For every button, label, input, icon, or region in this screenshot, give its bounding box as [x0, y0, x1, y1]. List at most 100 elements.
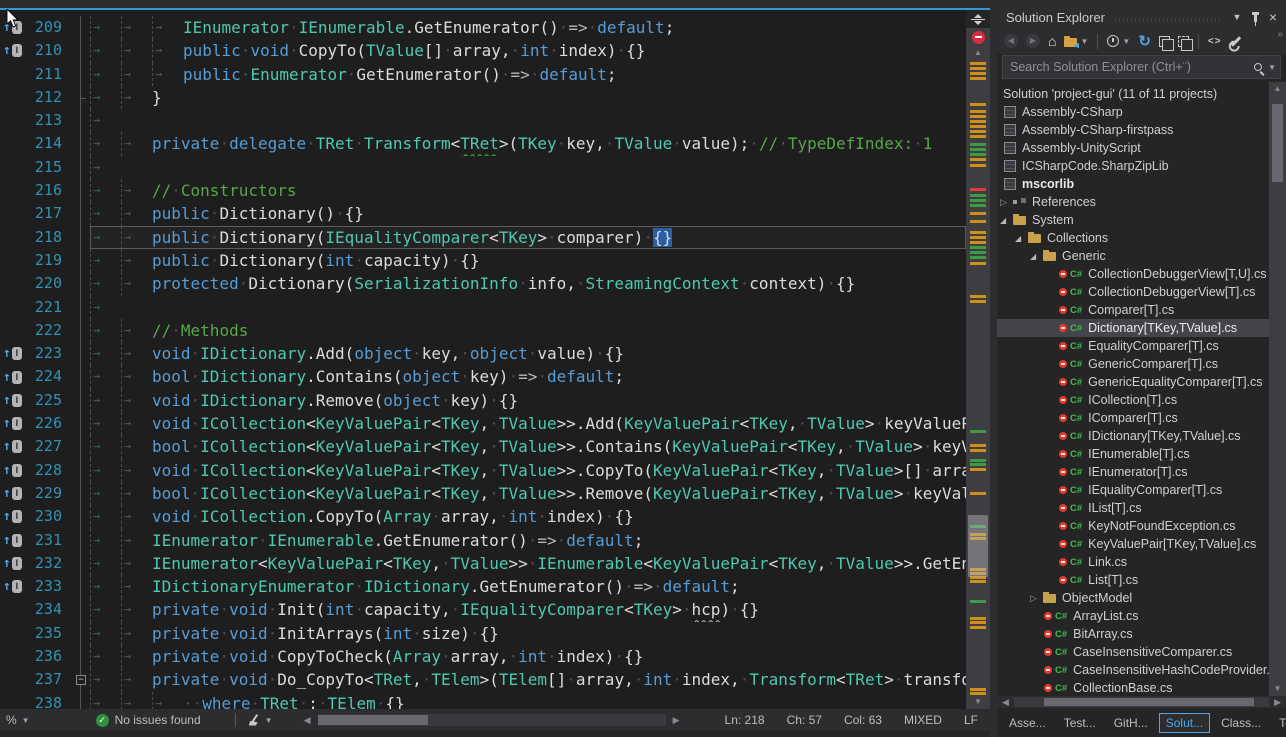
chevron-down-icon[interactable]: ▼	[1268, 63, 1276, 72]
tree-item-keyvaluepair-tkey-tvalue-cs[interactable]: C#KeyValuePair[TKey,TValue].cs	[997, 535, 1269, 553]
code-text[interactable]: →→IDictionaryEnumerator·IDictionary.GetE…	[90, 575, 966, 598]
code-line[interactable]: ↑I227→→bool·ICollection<KeyValuePair<TKe…	[0, 435, 966, 458]
code-line[interactable]: ↑I210→→→public·void·CopyTo(TValue[]·arra…	[0, 39, 966, 62]
hscroll-left-arrow-icon[interactable]: ◀	[299, 715, 316, 726]
glyph-margin[interactable]	[0, 645, 26, 668]
code-text[interactable]: →→private·void·InitArrays(int·size)·{}	[90, 622, 966, 645]
code-text[interactable]: →→→IEnumerator·IEnumerable.GetEnumerator…	[90, 16, 966, 39]
glyph-margin[interactable]: ↑I	[0, 459, 26, 482]
vscroll-thumb[interactable]	[1272, 104, 1283, 182]
tree-item-keynotfoundexception-cs[interactable]: C#KeyNotFoundException.cs	[997, 517, 1269, 535]
editor-horizontal-scrollbar[interactable]	[318, 714, 666, 726]
code-line[interactable]: 221→	[0, 296, 966, 319]
glyph-margin[interactable]: ↑I	[0, 505, 26, 528]
glyph-margin[interactable]: ↑I	[0, 435, 26, 458]
tool-window-tab-gith[interactable]: GitH...	[1107, 713, 1155, 733]
code-text[interactable]: →→private·void·CopyToCheck(Array·array,·…	[90, 645, 966, 668]
code-line[interactable]: 217→→public·Dictionary()·{}	[0, 202, 966, 225]
code-line[interactable]: 238→→→··where·TRet·:·TElem·{}	[0, 692, 966, 709]
tree-item-icollection-t-cs[interactable]: C#ICollection[T].cs	[997, 391, 1269, 409]
code-text[interactable]: →→bool·ICollection<KeyValuePair<TKey,·TV…	[90, 435, 966, 458]
tree-item-collectionbase-cs[interactable]: C#CollectionBase.cs	[997, 679, 1269, 696]
expander-closed-icon[interactable]: ▷	[1030, 593, 1043, 604]
code-text[interactable]: →→void·IDictionary.Add(object·key,·objec…	[90, 342, 966, 365]
tree-item-references[interactable]: ▷References	[997, 193, 1269, 211]
outline-margin[interactable]	[74, 342, 90, 365]
glyph-margin[interactable]	[0, 319, 26, 342]
glyph-margin[interactable]	[0, 598, 26, 621]
code-text[interactable]: →→IEnumerator<KeyValuePair<TKey,·TValue>…	[90, 552, 966, 575]
indentation-mode[interactable]: MIXED	[904, 713, 942, 727]
switch-views-icon[interactable]: ▼	[1061, 31, 1091, 51]
outline-margin[interactable]	[74, 435, 90, 458]
code-line[interactable]: 214→→private·delegate·TRet·Transform<TRe…	[0, 132, 966, 155]
code-text[interactable]: →→//·Methods	[90, 319, 966, 342]
code-line[interactable]: ↑I232→→IEnumerator<KeyValuePair<TKey,·TV…	[0, 552, 966, 575]
code-text[interactable]: →→private·void·Init(int·capacity,·IEqual…	[90, 598, 966, 621]
tree-item-icomparer-t-cs[interactable]: C#IComparer[T].cs	[997, 409, 1269, 427]
code-line[interactable]: 237−→→private·void·Do_CopyTo<TRet,·TElem…	[0, 668, 966, 691]
code-line[interactable]: ↑I233→→IDictionaryEnumerator·IDictionary…	[0, 575, 966, 598]
tool-window-tab-asse[interactable]: Asse...	[1002, 713, 1053, 733]
view-code-icon[interactable]: <>	[1205, 31, 1225, 51]
outline-margin[interactable]: −	[74, 668, 90, 691]
expander-open-icon[interactable]: ◢	[1000, 216, 1013, 225]
code-cleanup-icon[interactable]	[248, 714, 261, 727]
outline-margin[interactable]	[74, 132, 90, 155]
outline-margin[interactable]	[74, 365, 90, 388]
glyph-margin[interactable]	[0, 179, 26, 202]
tree-item-caseinsensitivehashcodeprovider-cs[interactable]: C#CaseInsensitiveHashCodeProvider.cs	[997, 661, 1269, 679]
hscroll-thumb[interactable]	[318, 715, 428, 725]
code-text[interactable]: →→bool·IDictionary.Contains(object·key)·…	[90, 365, 966, 388]
toolbar-overflow-icon[interactable]: »	[1277, 29, 1283, 40]
tree-item-collectiondebuggerview-t-u-cs[interactable]: C#CollectionDebuggerView[T,U].cs	[997, 265, 1269, 283]
outline-margin[interactable]	[74, 622, 90, 645]
outline-margin[interactable]	[74, 482, 90, 505]
code-text[interactable]: →→public·Dictionary(IEqualityComparer<TK…	[90, 226, 966, 249]
code-text[interactable]: →→void·ICollection<KeyValuePair<TKey,·TV…	[90, 412, 966, 435]
code-line[interactable]: 222→→//·Methods	[0, 319, 966, 342]
code-text[interactable]: →→//·Constructors	[90, 179, 966, 202]
code-line[interactable]: 218→→public·Dictionary(IEqualityComparer…	[0, 226, 966, 249]
home-icon[interactable]: ⌂	[1045, 31, 1059, 51]
tree-item-link-cs[interactable]: C#Link.cs	[997, 553, 1269, 571]
outline-margin[interactable]	[74, 202, 90, 225]
outline-margin[interactable]	[74, 109, 90, 132]
hscroll-left-arrow-icon[interactable]: ◀	[997, 697, 1014, 708]
code-line[interactable]: 213→	[0, 109, 966, 132]
tree-item-arraylist-cs[interactable]: C#ArrayList.cs	[997, 607, 1269, 625]
tree-item-icsharpcode-sharpziplib[interactable]: ICSharpCode.SharpZipLib	[997, 157, 1269, 175]
outline-margin[interactable]	[74, 16, 90, 39]
collapse-all-icon[interactable]	[1156, 31, 1173, 51]
search-input[interactable]: Search Solution Explorer (Ctrl+¨) ▼	[1002, 55, 1281, 79]
glyph-margin[interactable]: ↑I	[0, 552, 26, 575]
pane-splitter[interactable]	[990, 0, 997, 737]
code-line[interactable]: 216→→//·Constructors	[0, 179, 966, 202]
outline-margin[interactable]	[74, 156, 90, 179]
glyph-margin[interactable]	[0, 272, 26, 295]
code-text[interactable]: →→void·IDictionary.Remove(object·key)·{}	[90, 389, 966, 412]
glyph-margin[interactable]	[0, 622, 26, 645]
code-text[interactable]: →→private·delegate·TRet·Transform<TRet>(…	[90, 132, 966, 155]
glyph-margin[interactable]: ↑I	[0, 342, 26, 365]
outline-margin[interactable]	[74, 552, 90, 575]
tree-item-generic[interactable]: ◢Generic	[997, 247, 1269, 265]
glyph-margin[interactable]: ↑I	[0, 412, 26, 435]
glyph-margin[interactable]	[0, 202, 26, 225]
code-text[interactable]: →	[90, 296, 966, 319]
expander-open-icon[interactable]: ◢	[1030, 252, 1043, 261]
tree-item-assembly-unityscript[interactable]: Assembly-UnityScript	[997, 139, 1269, 157]
issues-indicator[interactable]: ✓ No issues found	[96, 713, 201, 727]
code-line[interactable]: ↑I228→→void·ICollection<KeyValuePair<TKe…	[0, 459, 966, 482]
outline-margin[interactable]	[74, 39, 90, 62]
code-text[interactable]: →→void·ICollection.CopyTo(Array·array,·i…	[90, 505, 966, 528]
scroll-up-arrow-icon[interactable]: ▲	[966, 46, 990, 60]
code-line[interactable]: ↑I223→→void·IDictionary.Add(object·key,·…	[0, 342, 966, 365]
code-text[interactable]: →→void·ICollection<KeyValuePair<TKey,·TV…	[90, 459, 966, 482]
code-line[interactable]: ↑I209→→→IEnumerator·IEnumerable.GetEnume…	[0, 16, 966, 39]
glyph-margin[interactable]	[0, 249, 26, 272]
glyph-margin[interactable]: ↑I	[0, 389, 26, 412]
outline-margin[interactable]	[74, 645, 90, 668]
tree-item-caseinsensitivecomparer-cs[interactable]: C#CaseInsensitiveComparer.cs	[997, 643, 1269, 661]
glyph-margin[interactable]	[0, 668, 26, 691]
